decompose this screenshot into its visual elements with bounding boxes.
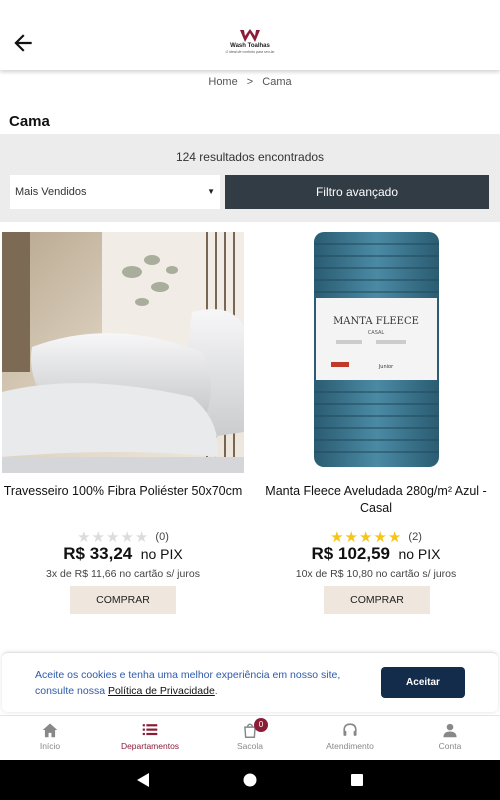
sort-select[interactable]: Mais Vendidos ▼ (10, 175, 220, 209)
accept-cookies-button[interactable]: Aceitar (381, 667, 465, 698)
results-count: 124 resultados encontrados (175, 150, 325, 164)
logo-mark-icon (240, 29, 260, 42)
breadcrumb-separator: > (246, 76, 254, 88)
page-title: Cama (9, 113, 50, 130)
product-name[interactable]: Travesseiro 100% Fibra Poliéster 50x70cm (2, 483, 244, 500)
privacy-policy-link[interactable]: Política de Privacidade (108, 685, 215, 697)
review-count: (0) (155, 531, 169, 543)
sort-selected-value: Mais Vendidos (15, 186, 87, 198)
installments: 3x de R$ 11,66 no cartão s/ juros (46, 568, 200, 580)
logo-name: Wash Toalhas (230, 43, 270, 49)
product-image-pillow[interactable] (2, 232, 244, 473)
product-image-blanket[interactable]: MANTA FLEECE CASAL Junior (256, 232, 496, 473)
nav-label: Departamentos (120, 741, 180, 751)
android-home-icon[interactable] (243, 772, 257, 793)
caret-down-icon: ▼ (207, 187, 215, 196)
cookie-text: Aceite os cookies e tenha uma melhor exp… (35, 667, 375, 699)
list-icon (142, 724, 158, 736)
nav-label: Início (39, 741, 61, 751)
user-icon (443, 723, 457, 738)
headset-icon (343, 723, 357, 736)
logo-tagline: O ideal de conforto para seu lar (225, 50, 275, 54)
price-suffix: no PIX (398, 546, 441, 562)
breadcrumb: Home > Cama (0, 76, 500, 88)
package-brand: MANTA FLEECE (333, 316, 419, 327)
product-price: R$ 102,59 (311, 544, 390, 563)
installments: 10x de R$ 10,80 no cartão s/ juros (295, 568, 457, 580)
home-icon (42, 723, 58, 738)
android-recents-icon[interactable] (350, 772, 364, 793)
page: Wash Toalhas O ideal de conforto para se… (0, 0, 500, 800)
price-line: R$ 102,59 no PIX (256, 544, 496, 564)
nav-item-inicio[interactable]: Início (0, 722, 100, 751)
product-name[interactable]: Manta Fleece Aveludada 280g/m² Azul - Ca… (256, 483, 496, 517)
nav-item-atendimento[interactable]: Atendimento (300, 722, 400, 751)
product-card: Travesseiro 100% Fibra Poliéster 50x70cm… (2, 232, 244, 614)
nav-item-sacola[interactable]: 0 Sacola (200, 718, 300, 751)
logo[interactable]: Wash Toalhas O ideal de conforto para se… (220, 29, 280, 57)
nav-label: Conta (438, 741, 462, 751)
advanced-filter-button[interactable]: Filtro avançado (225, 175, 489, 209)
nav-item-departamentos[interactable]: Departamentos (100, 722, 200, 751)
product-price: R$ 33,24 (63, 544, 133, 563)
filter-panel: 124 resultados encontrados Mais Vendidos… (0, 134, 500, 222)
price-suffix: no PIX (140, 546, 183, 562)
buy-button[interactable]: COMPRAR (324, 586, 430, 614)
buy-button[interactable]: COMPRAR (70, 586, 176, 614)
cookie-period: . (214, 685, 218, 697)
product-card: MANTA FLEECE CASAL Junior Manta Fleece A… (256, 232, 496, 614)
package-note: Junior (378, 364, 394, 370)
breadcrumb-current: Cama (262, 76, 292, 88)
cookie-banner: Aceite os cookies e tenha uma melhor exp… (2, 652, 498, 712)
review-count: (2) (408, 531, 422, 543)
breadcrumb-home[interactable]: Home (208, 76, 237, 88)
nav-item-conta[interactable]: Conta (400, 722, 500, 751)
android-back-icon[interactable] (136, 772, 150, 793)
package-size: CASAL (368, 330, 385, 336)
app-header: Wash Toalhas O ideal de conforto para se… (0, 0, 500, 70)
bottom-nav: Início Departamentos 0 Sacola Atendiment… (0, 715, 500, 760)
nav-label: Sacola (237, 741, 263, 751)
nav-label: Atendimento (326, 741, 374, 751)
android-nav-bar (0, 760, 500, 800)
cart-badge: 0 (254, 718, 268, 732)
back-arrow-icon[interactable] (10, 30, 36, 56)
price-line: R$ 33,24 no PIX (2, 544, 244, 564)
